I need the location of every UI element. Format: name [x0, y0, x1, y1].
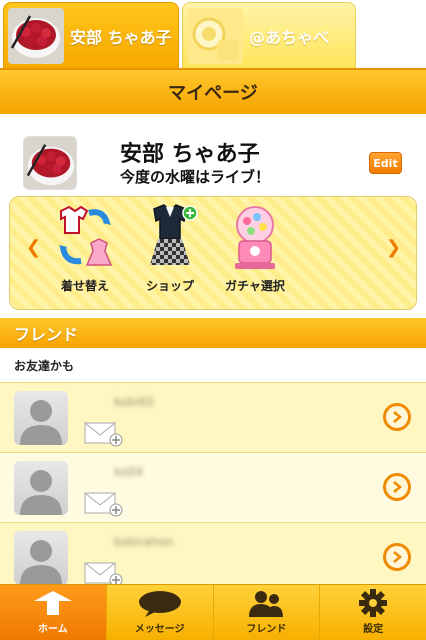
chevron-right-icon[interactable]	[383, 403, 411, 431]
friends-section-header: フレンド	[0, 318, 426, 348]
profile-section: 安部 ちゃあ子 今度の水曜はライブ！ Edit	[0, 114, 426, 194]
nav-label: メッセージ	[134, 624, 185, 635]
menu-item-gacha[interactable]: ガチャ選択	[210, 203, 300, 294]
add-friend-mail-icon[interactable]	[84, 421, 124, 447]
default-avatar-icon	[14, 531, 68, 585]
nav-label: 設定	[363, 624, 384, 635]
shop-outfit-icon	[140, 203, 200, 271]
tab-account-2[interactable]: @あちゃべ	[182, 2, 356, 68]
friends-icon	[243, 589, 289, 617]
tab-label: @あちゃべ	[249, 27, 330, 47]
chevron-right-icon[interactable]	[383, 543, 411, 571]
nav-item-messages[interactable]: メッセージ	[107, 585, 214, 640]
edit-profile-button[interactable]: Edit	[369, 152, 402, 174]
chevron-right-icon[interactable]	[383, 473, 411, 501]
friend-name: kobi65	[114, 395, 155, 409]
gacha-machine-icon	[225, 203, 285, 271]
yellow-cup-thumb-icon	[187, 7, 243, 64]
nav-label: フレンド	[246, 624, 287, 635]
friend-name: kobirahon	[114, 535, 174, 549]
menu-item-dress-up[interactable]: 着せ替え	[40, 203, 130, 294]
home-icon	[30, 589, 76, 617]
raspberry-bowl-thumb-icon	[8, 7, 64, 64]
tab-account-1[interactable]: 安部 ちゃあ子	[3, 2, 179, 68]
friend-row[interactable]: kobi65	[0, 382, 426, 452]
chevron-left-icon[interactable]: ❮	[26, 237, 41, 258]
nav-item-settings[interactable]: 設定	[320, 585, 426, 640]
friend-row[interactable]: kobirahon	[0, 522, 426, 592]
friends-title: フレンド	[14, 325, 79, 344]
profile-status: 今度の水曜はライブ！	[120, 168, 271, 186]
menu-item-label: ショップ	[145, 279, 194, 293]
add-friend-mail-icon[interactable]	[84, 491, 124, 517]
avatar-menu-panel: ❮ ❯ 着せ替え ショップ ガチャ選択	[9, 196, 417, 310]
tab-label: 安部 ちゃあ子	[70, 27, 172, 47]
chevron-right-icon[interactable]: ❯	[386, 237, 401, 258]
default-avatar-icon	[14, 391, 68, 445]
nav-label: ホーム	[38, 624, 68, 635]
menu-item-label: ガチャ選択	[225, 279, 285, 293]
nav-item-home[interactable]: ホーム	[0, 585, 107, 640]
friend-row[interactable]: ko04	[0, 452, 426, 522]
default-avatar-icon	[14, 461, 68, 515]
menu-item-label: 着せ替え	[60, 279, 109, 293]
page-title-bar: マイページ	[0, 68, 426, 114]
account-tabs: 安部 ちゃあ子 @あちゃべ	[0, 0, 426, 68]
raspberry-avatar-icon[interactable]	[23, 136, 77, 190]
menu-item-shop[interactable]: ショップ	[125, 203, 215, 294]
profile-name: 安部 ちゃあ子	[120, 142, 260, 167]
message-bubble-icon	[137, 589, 183, 617]
dress-swap-icon	[55, 203, 115, 271]
bottom-navigation: ホーム メッセージ フレンド 設定	[0, 584, 426, 640]
gear-icon	[350, 589, 396, 617]
nav-item-friends[interactable]: フレンド	[214, 585, 321, 640]
friend-name: ko04	[114, 465, 144, 479]
friend-suggestions-label: お友達かも	[0, 348, 426, 382]
page-title: マイページ	[168, 83, 258, 104]
